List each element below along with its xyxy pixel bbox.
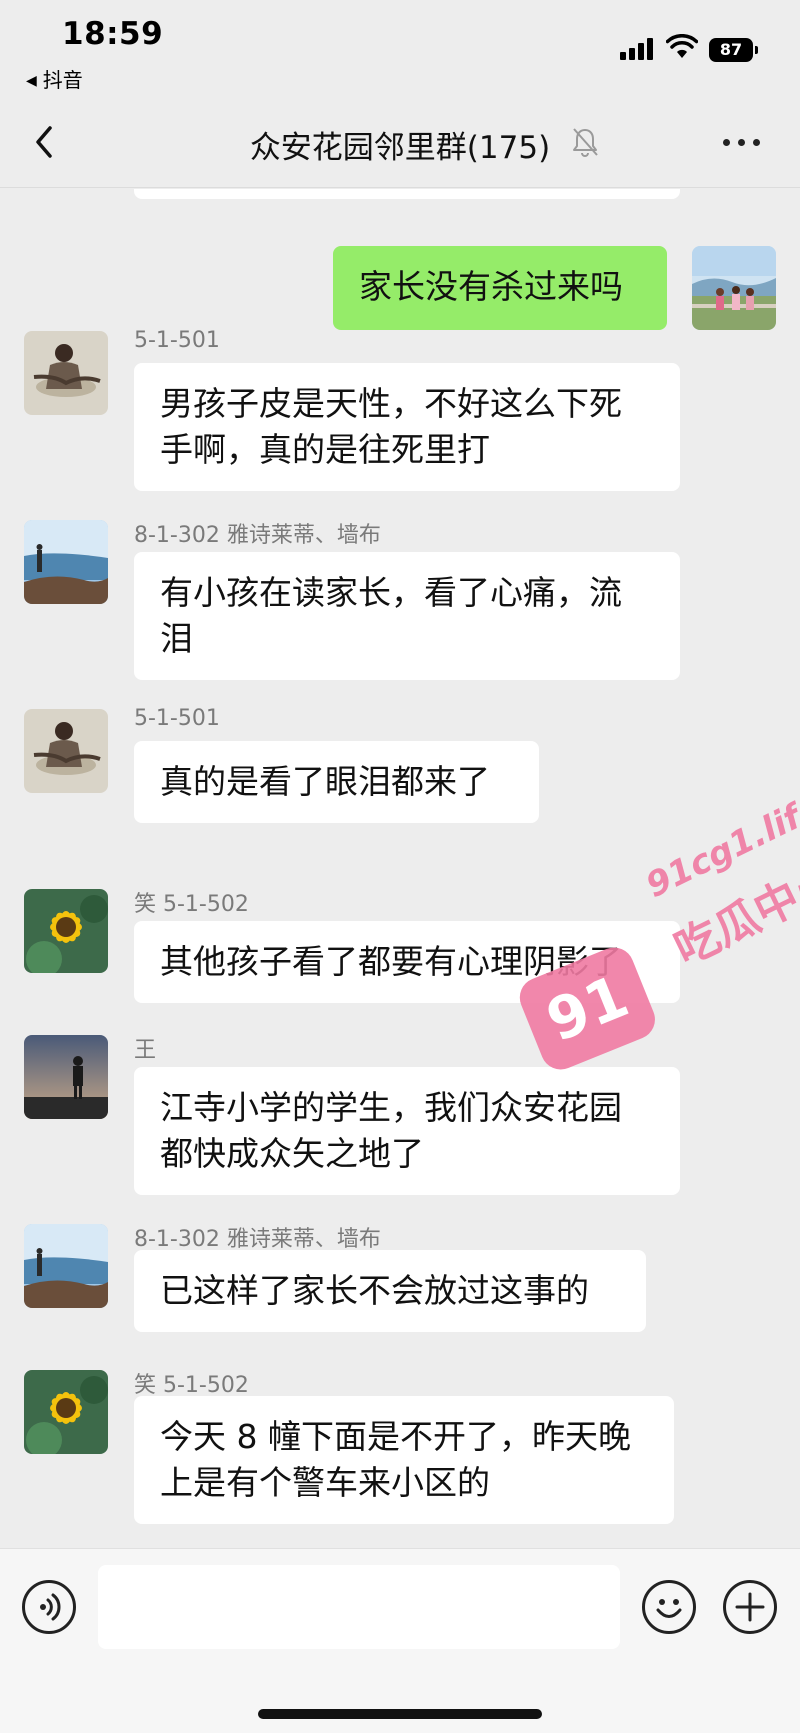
message-bubble[interactable]: 家长没有杀过来吗 <box>333 246 667 330</box>
sender-name: 王 <box>134 1038 157 1063</box>
message-text: 家长没有杀过来吗 <box>359 267 623 306</box>
avatar[interactable] <box>24 1224 108 1308</box>
back-app-label: 抖音 <box>42 68 83 92</box>
partial-message-bubble <box>134 189 680 199</box>
message-bubble[interactable]: 已这样了家长不会放过这事的 <box>134 1250 646 1332</box>
avatar[interactable] <box>24 1035 108 1119</box>
message-text-line: 已这样了家长不会放过这事的 <box>160 1271 589 1310</box>
avatar[interactable] <box>24 520 108 604</box>
emoji-icon[interactable] <box>642 1580 696 1634</box>
message-text-line: 男孩子皮是天性，不好这么下死 <box>160 384 622 423</box>
status-bar: 18:59 ◀ 抖音 87 <box>0 0 800 100</box>
sender-name: 笑 5-1-502 <box>134 892 249 917</box>
bell-off-icon <box>573 128 598 157</box>
sender-name: 笑 5-1-502 <box>134 1373 249 1398</box>
chat-title: 众安花园邻里群(175) <box>249 130 551 166</box>
sender-name: 8-1-302 雅诗莱蒂、墙布 <box>134 1227 381 1252</box>
avatar[interactable] <box>24 709 108 793</box>
message-bubble[interactable]: 今天 8 幢下面是不开了，昨天晚 上是有个警车来小区的 <box>134 1396 674 1524</box>
chat-input-bar <box>0 1548 800 1733</box>
status-time: 18:59 <box>62 16 164 52</box>
avatar[interactable] <box>24 889 108 973</box>
message-bubble[interactable]: 有小孩在读家长，看了心痛，流 泪 <box>134 552 680 680</box>
voice-icon[interactable] <box>22 1580 76 1634</box>
sender-name: 5-1-501 <box>134 706 220 731</box>
avatar[interactable] <box>24 331 108 415</box>
message-text-line: 手啊，真的是往死里打 <box>160 430 490 469</box>
message-input[interactable] <box>98 1565 620 1649</box>
more-dots-icon[interactable] <box>720 130 764 154</box>
battery-level: 87 <box>709 38 753 62</box>
message-bubble[interactable]: 男孩子皮是天性，不好这么下死 手啊，真的是往死里打 <box>134 363 680 491</box>
home-indicator[interactable] <box>258 1709 542 1719</box>
plus-icon[interactable] <box>723 1580 777 1634</box>
cellular-signal-icon <box>620 38 654 60</box>
message-text-line: 泪 <box>160 619 193 658</box>
message-text-line: 都快成众矢之地了 <box>160 1134 424 1173</box>
back-to-app-link[interactable]: ◀ 抖音 <box>26 64 83 93</box>
wifi-icon <box>666 34 698 58</box>
message-bubble[interactable]: 江寺小学的学生，我们众安花园 都快成众矢之地了 <box>134 1067 680 1195</box>
message-text-line: 上是有个警车来小区的 <box>160 1463 490 1502</box>
message-bubble[interactable]: 真的是看了眼泪都来了 <box>134 741 539 823</box>
avatar[interactable] <box>24 1370 108 1454</box>
sender-name: 8-1-302 雅诗莱蒂、墙布 <box>134 523 381 548</box>
message-text-line: 有小孩在读家长，看了心痛，流 <box>160 573 622 612</box>
back-triangle-icon: ◀ <box>26 73 37 89</box>
sender-name: 5-1-501 <box>134 328 220 353</box>
chat-header: 众安花园邻里群(175) <box>0 100 800 188</box>
message-text-line: 江寺小学的学生，我们众安花园 <box>160 1088 622 1127</box>
message-text-line: 今天 8 幢下面是不开了，昨天晚 <box>160 1417 631 1456</box>
message-text-line: 真的是看了眼泪都来了 <box>160 762 490 801</box>
avatar[interactable] <box>692 246 776 330</box>
battery-indicator: 87 <box>709 38 759 62</box>
